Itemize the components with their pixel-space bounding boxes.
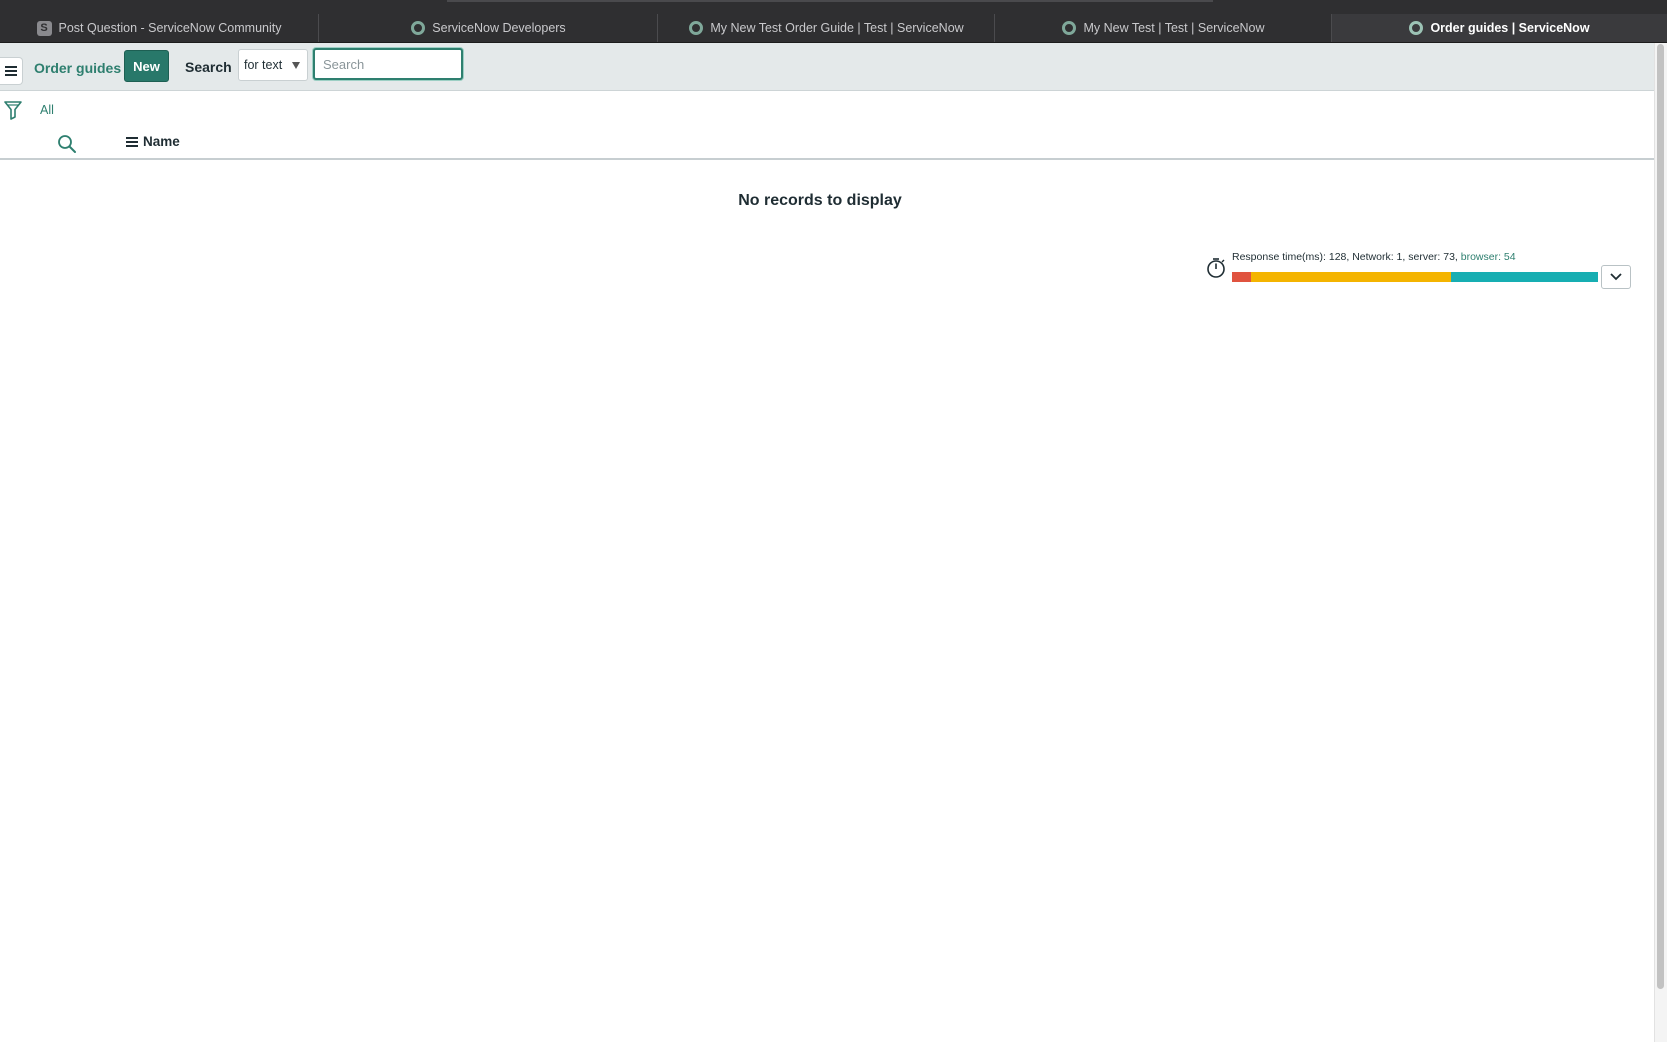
servicenow-favicon-icon [1062,21,1077,35]
response-time-text: Response time(ms): 128, Network: 1, serv… [1232,250,1516,264]
filter-funnel-icon[interactable] [4,100,22,120]
browser-time-link[interactable]: browser: 54 [1461,251,1516,263]
response-time-bar [1232,272,1598,282]
new-button[interactable]: New [124,50,169,82]
browser-tab-developers[interactable]: ServiceNow Developers [320,14,658,42]
search-label: Search [185,59,232,75]
tab-title: Post Question - ServiceNow Community [58,21,282,35]
response-time-expand-button[interactable] [1601,265,1631,289]
servicenow-favicon-icon [1409,21,1424,35]
column-search-icon[interactable] [57,134,77,154]
browser-tab-strip: S Post Question - ServiceNow Community S… [0,0,1667,43]
servicenow-favicon-icon [689,21,704,35]
search-field-select[interactable]: for text [238,49,308,81]
servicenow-s-favicon-icon: S [36,20,52,36]
column-header-name[interactable]: Name [126,134,180,149]
column-header-label: Name [143,134,180,149]
response-bar-network-segment [1232,272,1252,282]
response-bar-server-segment [1251,272,1451,282]
chevron-down-icon [1610,273,1622,281]
browser-tab-new-test[interactable]: My New Test | Test | ServiceNow [996,14,1332,42]
browser-tab-community[interactable]: S Post Question - ServiceNow Community [0,14,319,42]
hamburger-icon [5,70,17,72]
search-input[interactable] [313,48,463,80]
dropdown-caret-icon [292,62,300,69]
tab-title: Order guides | ServiceNow [1430,21,1590,35]
browser-tab-order-guide[interactable]: My New Test Order Guide | Test | Service… [659,14,995,42]
search-field-select-value: for text [244,58,283,72]
tab-title: My New Test | Test | ServiceNow [1083,21,1265,35]
filter-breadcrumb-all[interactable]: All [40,102,54,118]
list-title[interactable]: Order guides [34,58,121,78]
list-header-bar: Order guides New Search for text [0,43,1654,91]
column-menu-icon[interactable] [126,140,138,143]
list-context-menu-button[interactable] [0,57,23,85]
tab-strip-top-line [447,0,1213,2]
browser-tab-order-guides[interactable]: Order guides | ServiceNow [1332,14,1667,42]
response-time-summary: Response time(ms): 128, Network: 1, serv… [1232,251,1461,263]
stopwatch-icon [1207,258,1225,278]
response-bar-browser-segment [1450,272,1598,282]
servicenow-favicon-icon [411,21,426,35]
column-header-divider [0,158,1654,160]
empty-list-message: No records to display [738,192,902,209]
tab-title: My New Test Order Guide | Test | Service… [710,21,964,35]
tab-title: ServiceNow Developers [432,21,566,35]
page-scrollbar-thumb[interactable] [1657,44,1664,989]
